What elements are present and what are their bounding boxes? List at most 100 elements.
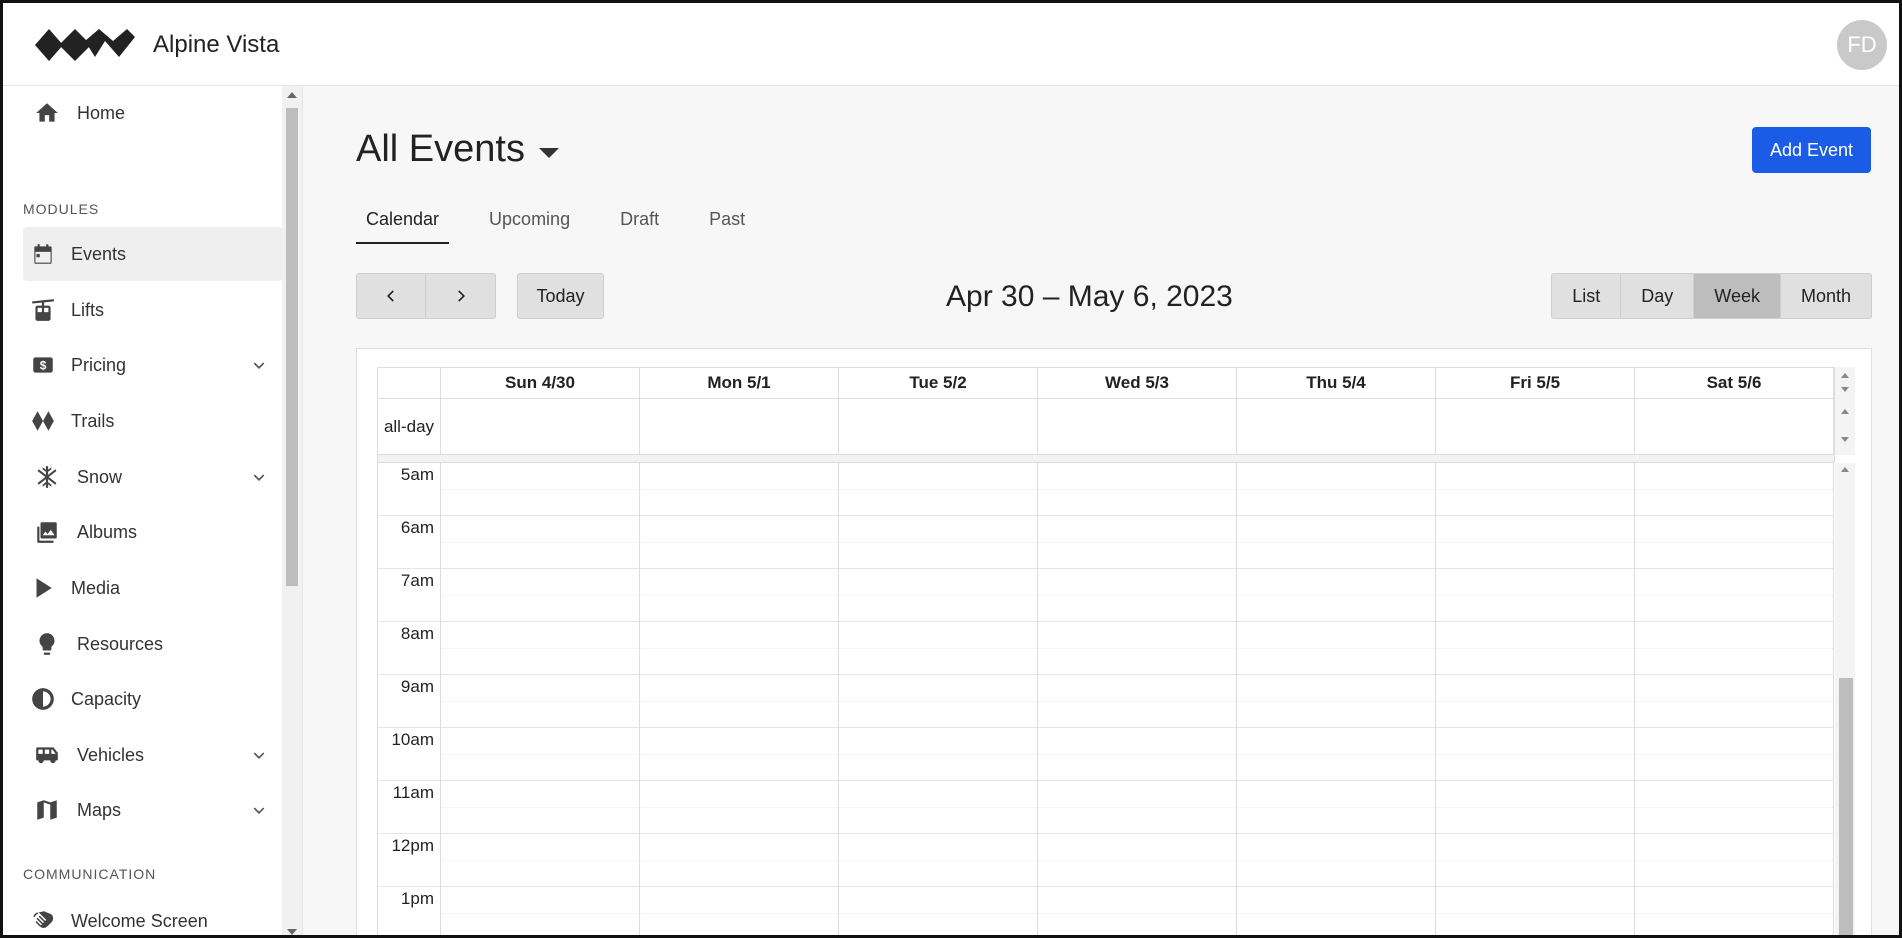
time-slot[interactable]	[1635, 622, 1834, 675]
time-slot[interactable]	[640, 516, 839, 569]
tab-calendar[interactable]: Calendar	[356, 204, 450, 244]
chevron-down-icon[interactable]	[249, 355, 269, 375]
time-slot[interactable]	[1635, 728, 1834, 781]
alpine-vista-logo[interactable]	[35, 27, 135, 63]
time-slot[interactable]	[640, 728, 839, 781]
scroll-up-arrow-icon[interactable]	[1841, 467, 1849, 472]
time-slot[interactable]	[1237, 516, 1436, 569]
time-slot[interactable]	[1038, 463, 1237, 516]
sidebar-item-welcome-screen[interactable]: Welcome Screen	[23, 894, 283, 935]
scroll-down-arrow-icon[interactable]	[287, 929, 297, 935]
time-slot[interactable]	[1237, 463, 1436, 516]
all-day-cell[interactable]	[1237, 399, 1436, 454]
time-slot[interactable]	[441, 622, 640, 675]
day-header[interactable]: Tue 5/2	[839, 368, 1038, 398]
sidebar-item-events[interactable]: Events	[23, 227, 283, 281]
time-slot[interactable]	[441, 516, 640, 569]
time-slot[interactable]	[1237, 675, 1436, 728]
time-slot[interactable]	[640, 887, 839, 935]
time-slot[interactable]	[839, 887, 1038, 935]
day-header[interactable]: Mon 5/1	[640, 368, 839, 398]
today-button[interactable]: Today	[517, 273, 604, 319]
time-slot[interactable]	[1237, 887, 1436, 935]
time-slot[interactable]	[441, 887, 640, 935]
chevron-down-icon[interactable]	[249, 800, 269, 820]
time-grid-scrollbar[interactable]	[1835, 463, 1855, 935]
time-slot[interactable]	[1237, 569, 1436, 622]
all-day-cell[interactable]	[839, 399, 1038, 454]
time-slot[interactable]	[1436, 622, 1635, 675]
time-slot[interactable]	[640, 675, 839, 728]
time-slot[interactable]	[640, 834, 839, 887]
time-slot[interactable]	[1436, 728, 1635, 781]
time-slot[interactable]	[441, 834, 640, 887]
time-slot[interactable]	[1635, 516, 1834, 569]
time-slot[interactable]	[1237, 728, 1436, 781]
chevron-down-icon[interactable]	[249, 467, 269, 487]
all-day-cell[interactable]	[1635, 399, 1834, 454]
time-slot[interactable]	[441, 781, 640, 834]
time-slot[interactable]	[1436, 569, 1635, 622]
time-slot[interactable]	[839, 569, 1038, 622]
user-avatar[interactable]: FD	[1837, 20, 1887, 70]
time-slot[interactable]	[1635, 675, 1834, 728]
all-day-cell[interactable]	[441, 399, 640, 454]
view-list-button[interactable]: List	[1551, 273, 1622, 319]
tab-upcoming[interactable]: Upcoming	[479, 204, 580, 244]
time-slot[interactable]	[441, 569, 640, 622]
time-slot[interactable]	[640, 781, 839, 834]
add-event-button[interactable]: Add Event	[1752, 127, 1871, 173]
time-slot[interactable]	[839, 728, 1038, 781]
sidebar-item-capacity[interactable]: Capacity	[23, 672, 283, 726]
scroll-up-arrow-icon[interactable]	[287, 92, 297, 98]
sidebar-scroll-thumb[interactable]	[286, 108, 298, 586]
time-slot[interactable]	[1038, 781, 1237, 834]
time-slot[interactable]	[839, 781, 1038, 834]
time-slot[interactable]	[839, 675, 1038, 728]
next-week-button[interactable]	[426, 273, 496, 319]
sidebar-item-albums[interactable]: Albums	[23, 505, 283, 559]
day-header[interactable]: Sun 4/30	[441, 368, 640, 398]
sidebar-item-lifts[interactable]: Lifts	[23, 283, 283, 337]
time-slot[interactable]	[1038, 887, 1237, 935]
time-slot[interactable]	[1237, 834, 1436, 887]
time-slot[interactable]	[839, 516, 1038, 569]
sidebar-item-maps[interactable]: Maps	[23, 783, 283, 837]
time-slot[interactable]	[1436, 781, 1635, 834]
sidebar-item-home[interactable]: Home	[23, 86, 283, 140]
time-slot[interactable]	[1635, 463, 1834, 516]
day-header[interactable]: Thu 5/4	[1237, 368, 1436, 398]
view-month-button[interactable]: Month	[1780, 273, 1872, 319]
time-slot[interactable]	[1635, 834, 1834, 887]
time-slot[interactable]	[1038, 622, 1237, 675]
time-slot[interactable]	[1038, 569, 1237, 622]
day-header[interactable]: Wed 5/3	[1038, 368, 1237, 398]
sidebar-item-media[interactable]: Media	[23, 561, 283, 615]
time-slot[interactable]	[1038, 728, 1237, 781]
time-slot[interactable]	[441, 728, 640, 781]
scroll-up-arrow-icon[interactable]	[1841, 373, 1849, 378]
time-slot[interactable]	[839, 463, 1038, 516]
time-slot[interactable]	[640, 463, 839, 516]
time-slot[interactable]	[1237, 622, 1436, 675]
page-title-dropdown[interactable]: All Events	[356, 128, 559, 171]
sidebar-scrollbar[interactable]	[282, 86, 302, 935]
time-slot[interactable]	[1436, 887, 1635, 935]
scroll-up-arrow-icon[interactable]	[1841, 409, 1849, 414]
prev-week-button[interactable]	[356, 273, 426, 319]
view-day-button[interactable]: Day	[1621, 273, 1695, 319]
time-slot[interactable]	[839, 834, 1038, 887]
header-scrollbar[interactable]	[1835, 367, 1855, 455]
chevron-down-icon[interactable]	[249, 745, 269, 765]
time-slot[interactable]	[640, 569, 839, 622]
time-slot[interactable]	[1038, 675, 1237, 728]
time-slot[interactable]	[1436, 516, 1635, 569]
time-slot[interactable]	[1237, 781, 1436, 834]
time-grid-scroll-thumb[interactable]	[1839, 678, 1853, 935]
time-slot[interactable]	[1635, 781, 1834, 834]
tab-past[interactable]: Past	[699, 204, 755, 244]
sidebar-item-vehicles[interactable]: Vehicles	[23, 728, 283, 782]
time-slot[interactable]	[1635, 569, 1834, 622]
all-day-cell[interactable]	[640, 399, 839, 454]
time-slot[interactable]	[441, 463, 640, 516]
